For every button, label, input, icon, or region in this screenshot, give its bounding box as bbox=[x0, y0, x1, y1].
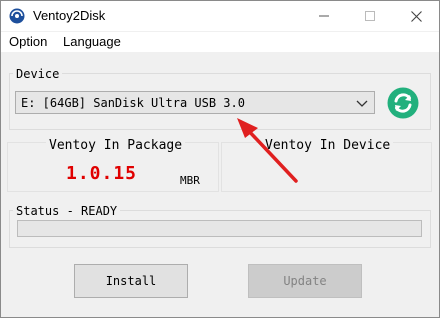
minimize-button[interactable] bbox=[301, 1, 347, 31]
partition-style: MBR bbox=[180, 174, 200, 187]
refresh-icon[interactable] bbox=[387, 87, 419, 119]
package-version-label: Ventoy In Package bbox=[46, 138, 186, 153]
menu-bar: Option Language bbox=[1, 32, 439, 52]
status-label: Status - READY bbox=[13, 204, 121, 218]
chevron-down-icon bbox=[356, 100, 368, 107]
title-bar: Ventoy2Disk bbox=[1, 1, 439, 31]
device-group-label: Device bbox=[13, 67, 63, 81]
progress-bar bbox=[17, 220, 422, 237]
device-select-value: E: [64GB] SanDisk Ultra USB 3.0 bbox=[21, 96, 245, 110]
install-button[interactable]: Install bbox=[74, 264, 188, 298]
window-title: Ventoy2Disk bbox=[33, 8, 106, 23]
ventoy-logo-icon bbox=[9, 8, 25, 24]
menu-option[interactable]: Option bbox=[9, 34, 47, 49]
device-select[interactable]: E: [64GB] SanDisk Ultra USB 3.0 bbox=[15, 91, 375, 114]
device-version-label: Ventoy In Device bbox=[262, 138, 394, 153]
maximize-icon bbox=[365, 11, 375, 21]
package-version-value: 1.0.15 bbox=[66, 163, 138, 184]
menu-language[interactable]: Language bbox=[63, 34, 121, 49]
update-button[interactable]: Update bbox=[248, 264, 362, 298]
minimize-icon bbox=[319, 15, 329, 17]
close-icon bbox=[410, 10, 422, 22]
close-button[interactable] bbox=[393, 1, 439, 31]
maximize-button[interactable] bbox=[347, 1, 393, 31]
